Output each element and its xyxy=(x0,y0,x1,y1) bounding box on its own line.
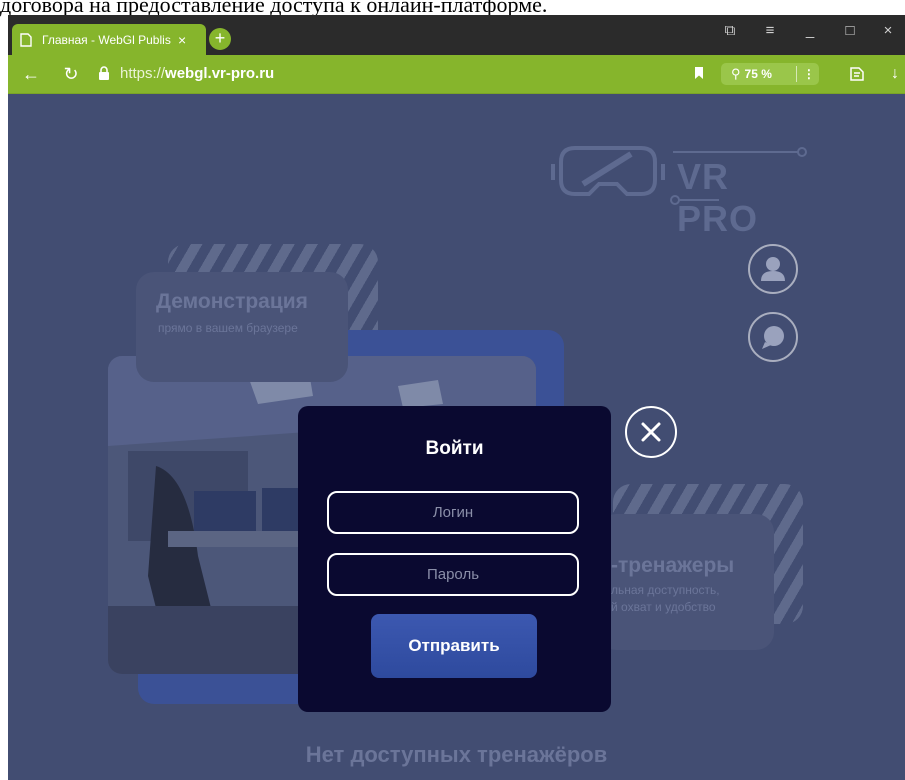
close-icon xyxy=(641,422,661,442)
minimize-button[interactable]: _ xyxy=(796,18,824,44)
submit-button[interactable]: Отправить xyxy=(371,614,537,678)
zoom-separator xyxy=(795,66,797,82)
trainers-card-subtitle-2: й охват и удобство xyxy=(611,600,716,614)
zoom-icon: ⚲ xyxy=(731,66,741,81)
tabs-overview-icon[interactable]: ⧉ xyxy=(716,18,744,44)
chat-button[interactable] xyxy=(748,312,798,362)
page-icon xyxy=(20,32,34,47)
profile-button[interactable] xyxy=(748,244,798,294)
demo-card-subtitle: прямо в вашем браузере xyxy=(158,321,298,335)
tab-active[interactable]: Главная - WebGl Publis × xyxy=(12,24,206,55)
url-scheme: https:// xyxy=(120,65,166,82)
lock-icon xyxy=(98,66,112,82)
password-input[interactable] xyxy=(327,553,579,596)
address-bar: ← ↻ https://webgl.vr-pro.ru ⚲ 75 % ⋮ ↓ xyxy=(8,55,905,94)
zoom-menu-icon[interactable]: ⋮ xyxy=(803,67,815,81)
zoom-indicator[interactable]: ⚲ 75 % ⋮ xyxy=(721,63,819,85)
reader-mode-icon[interactable] xyxy=(848,65,866,88)
browser-window: Главная - WebGl Publis × + ⧉ ≡ _ □ × ← ↻… xyxy=(8,15,905,780)
trainers-card-subtitle-1: льная доступность, xyxy=(611,583,720,597)
bookmark-icon[interactable] xyxy=(694,66,708,82)
login-modal: Войти Отправить xyxy=(298,406,611,712)
trainers-card-title: -тренажеры xyxy=(611,554,735,577)
url-host: webgl.vr-pro.ru xyxy=(165,65,275,82)
page-content: VR PRO Демонстрация прямо в вашем браузе… xyxy=(8,94,905,780)
reload-button[interactable]: ↻ xyxy=(60,63,82,85)
tab-title: Главная - WebGl Publis xyxy=(42,32,171,47)
menu-icon[interactable]: ≡ xyxy=(756,18,784,44)
modal-title: Войти xyxy=(425,438,484,459)
chat-bubble-icon xyxy=(762,326,784,349)
logo-text: VR PRO xyxy=(677,156,759,239)
url-field[interactable]: https://webgl.vr-pro.ru xyxy=(120,65,274,82)
vr-pro-logo: VR PRO xyxy=(543,132,813,239)
tab-bar: Главная - WebGl Publis × + ⧉ ≡ _ □ × xyxy=(8,15,905,55)
tab-close-icon[interactable]: × xyxy=(178,32,186,48)
demo-card-title: Демонстрация xyxy=(156,290,308,313)
maximize-button[interactable]: □ xyxy=(836,18,864,44)
zoom-value: 75 % xyxy=(744,67,772,81)
download-icon[interactable]: ↓ xyxy=(884,63,905,85)
no-trainers-text: Нет доступных тренажёров xyxy=(305,742,608,767)
new-tab-button[interactable]: + xyxy=(209,28,231,50)
window-close-button[interactable]: × xyxy=(874,18,902,44)
user-icon xyxy=(761,257,785,281)
login-input[interactable] xyxy=(327,491,579,534)
modal-close-button[interactable] xyxy=(625,406,677,458)
back-button[interactable]: ← xyxy=(20,63,42,85)
